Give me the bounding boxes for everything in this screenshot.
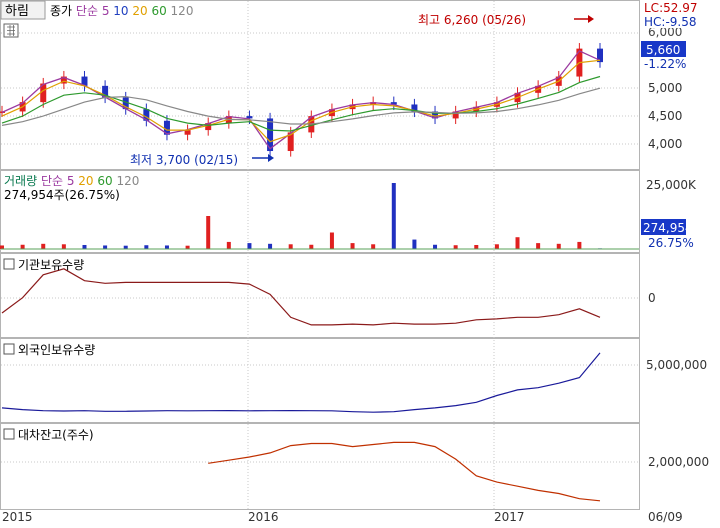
volume-bar bbox=[474, 244, 479, 249]
x-label-2017: 2017 bbox=[494, 510, 525, 524]
volume-bar bbox=[226, 241, 231, 249]
current-price: 5,660 bbox=[646, 43, 680, 57]
legend-item-3: 10 bbox=[109, 4, 128, 18]
legend-item-6: 120 bbox=[167, 4, 194, 18]
legend-item-4: 60 bbox=[94, 174, 113, 188]
price-axis: LC:52.97 HC:-9.58 6,000 5,660 -1.22% 5,0… bbox=[641, 1, 697, 151]
low-annotation: 최저 3,700 (02/15) bbox=[130, 153, 238, 167]
candle-body bbox=[184, 130, 191, 135]
foreign-title: 외국인보유수량 bbox=[18, 343, 95, 357]
volume-bar bbox=[103, 245, 108, 249]
high-arrowhead bbox=[588, 15, 594, 23]
foreign-checkbox[interactable] bbox=[3, 343, 15, 355]
volume-bar bbox=[371, 244, 376, 249]
legend-item-0: 거래량 bbox=[4, 174, 37, 188]
lc-label: LC:52.97 bbox=[644, 1, 697, 15]
volume-bar bbox=[206, 216, 211, 249]
volume-bar bbox=[144, 245, 149, 249]
volume-bar bbox=[391, 183, 396, 249]
volume-bar bbox=[453, 245, 458, 249]
price-legend: 종가 단순 5 10 20 60 120 bbox=[50, 4, 193, 18]
x-label-2015: 2015 bbox=[2, 510, 33, 524]
legend-item-2: 5 bbox=[63, 174, 74, 188]
volume-current-value: 274,954 bbox=[643, 221, 693, 235]
volume-bar bbox=[494, 244, 499, 249]
volume-current-pct: 26.75% bbox=[648, 236, 694, 250]
volume-bar bbox=[41, 243, 46, 249]
low-arrowhead bbox=[268, 154, 274, 162]
y-tick-5000: 5,000 bbox=[648, 81, 682, 95]
x-label-current-date: 06/09 bbox=[648, 510, 683, 524]
volume-header: 거래량 단순 5 20 60 120 274,954주(26.75%) 25,0… bbox=[4, 174, 697, 250]
chart-canvas: 하림 종가 단순 5 10 20 60 120 최고 6,260 (05/26)… bbox=[0, 0, 709, 524]
inst-y-tick: 0 bbox=[648, 291, 656, 305]
legend-item-1: 단순 bbox=[72, 4, 98, 18]
indicator-line bbox=[1, 268, 601, 326]
legend-item-2: 5 bbox=[98, 4, 109, 18]
indicator-line bbox=[208, 441, 601, 502]
legend-item-3: 20 bbox=[74, 174, 93, 188]
volume-bar bbox=[247, 243, 252, 249]
x-axis: 2015 2016 2017 06/09 bbox=[2, 510, 683, 524]
volume-bar bbox=[412, 239, 417, 249]
volume-bar bbox=[82, 244, 87, 249]
volume-bar bbox=[20, 244, 25, 249]
hc-label: HC:-9.58 bbox=[644, 15, 697, 29]
volume-bar bbox=[309, 244, 314, 249]
loan-title: 대차잔고(주수) bbox=[18, 428, 94, 442]
loan-balance-panel bbox=[208, 441, 601, 502]
stock-name: 하림 bbox=[5, 4, 29, 19]
volume-bar bbox=[164, 245, 169, 249]
foreign-holdings-panel bbox=[1, 352, 601, 413]
volume-bar bbox=[288, 244, 293, 249]
legend-item-5: 60 bbox=[148, 4, 167, 18]
x-label-2016: 2016 bbox=[248, 510, 279, 524]
y-tick-4000: 4,000 bbox=[648, 137, 682, 151]
volume-bar bbox=[433, 244, 438, 249]
y-tick-4500: 4,500 bbox=[648, 109, 682, 123]
volume-current-label: 274,954주(26.75%) bbox=[4, 188, 120, 202]
legend-item-5: 120 bbox=[113, 174, 140, 188]
inst-title: 기관보유수량 bbox=[18, 258, 84, 272]
volume-bar bbox=[577, 241, 582, 249]
volume-y-tick: 25,000K bbox=[646, 178, 697, 192]
volume-legend: 거래량 단순 5 20 60 120 bbox=[4, 174, 139, 188]
volume-bar bbox=[61, 244, 66, 249]
legend-item-0: 종가 bbox=[50, 4, 72, 18]
loan-checkbox[interactable] bbox=[3, 428, 15, 440]
grid-lines bbox=[1, 1, 639, 509]
high-annotation: 최고 6,260 (05/26) bbox=[418, 13, 526, 27]
foreign-y-tick: 5,000,000 bbox=[646, 358, 707, 372]
indicator-line bbox=[1, 352, 601, 413]
stock-chart-window: 하림 종가 단순 5 10 20 60 120 최고 6,260 (05/26)… bbox=[0, 0, 720, 524]
volume-bar bbox=[329, 232, 334, 249]
volume-bar bbox=[556, 243, 561, 249]
indicator-headers: 기관보유수량 0 외국인보유수량 5,000,000 대차잔고(주수) 2,00… bbox=[3, 258, 709, 469]
legend-item-1: 단순 bbox=[37, 174, 63, 188]
inst-checkbox[interactable] bbox=[3, 258, 15, 270]
panel-frames bbox=[0, 0, 640, 510]
volume-bar bbox=[350, 243, 355, 249]
ma-line-60 bbox=[1, 75, 601, 132]
change-rate: -1.22% bbox=[644, 57, 686, 71]
institution-holdings-panel bbox=[1, 268, 601, 326]
price-panel bbox=[0, 43, 603, 157]
loan-y-tick: 2,000,000 bbox=[648, 455, 709, 469]
volume-bar bbox=[0, 245, 4, 249]
volume-bar bbox=[268, 243, 273, 249]
grid-view-icon-lines bbox=[7, 25, 15, 36]
price-header: 하림 종가 단순 5 10 20 60 120 bbox=[0, 0, 193, 38]
volume-bar bbox=[536, 243, 541, 249]
legend-item-4: 20 bbox=[129, 4, 148, 18]
volume-bar bbox=[515, 237, 520, 249]
